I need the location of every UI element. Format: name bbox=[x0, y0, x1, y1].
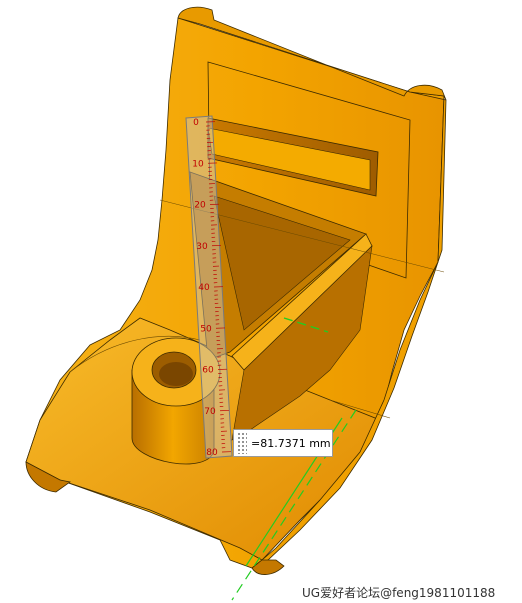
ruler-tick-label: 40 bbox=[198, 283, 210, 293]
measure-result-box[interactable]: =81.7371 mm bbox=[233, 429, 333, 457]
ruler-tick-label: 60 bbox=[202, 366, 214, 376]
ruler-tick-label: 20 bbox=[194, 201, 206, 211]
ruler-tick-label: 80 bbox=[206, 448, 218, 458]
cad-model-view[interactable]: 0 10 20 30 40 50 60 70 80 bbox=[0, 0, 522, 603]
boss-hole-inner bbox=[159, 362, 193, 386]
watermark: UG爱好者论坛@feng1981101188 bbox=[302, 586, 496, 600]
ruler-tick-label: 50 bbox=[200, 324, 212, 334]
part-body[interactable] bbox=[25, 6, 447, 575]
ruler-tick-label: 10 bbox=[192, 159, 204, 169]
measure-value: =81.7371 mm bbox=[251, 436, 331, 450]
ruler-tick-label: 30 bbox=[196, 242, 208, 252]
drag-grip-icon[interactable] bbox=[237, 432, 247, 454]
graphics-viewport[interactable]: 0 10 20 30 40 50 60 70 80 =81.7371 mm UG爱好者论坛@fe… bbox=[0, 0, 522, 603]
ruler-tick-label: 70 bbox=[204, 407, 216, 417]
ruler-tick-label: 0 bbox=[193, 118, 199, 128]
